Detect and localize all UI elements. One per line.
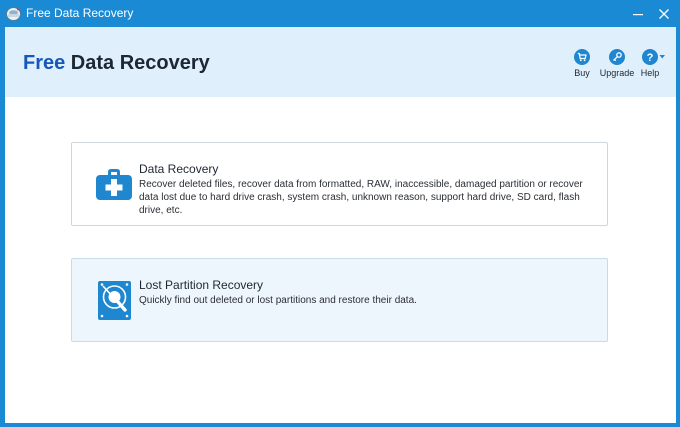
help-icon: ? bbox=[642, 49, 665, 65]
data-recovery-option[interactable]: Data Recovery Recover deleted files, rec… bbox=[71, 142, 608, 226]
svg-text:?: ? bbox=[647, 52, 654, 64]
app-logo-icon bbox=[5, 5, 22, 22]
minimize-button[interactable] bbox=[624, 0, 652, 27]
brand-title: Free Data Recovery bbox=[23, 51, 210, 75]
key-icon bbox=[609, 49, 625, 65]
lost-partition-recovery-option[interactable]: Lost Partition Recovery Quickly find out… bbox=[71, 258, 608, 342]
disk-search-icon bbox=[94, 280, 134, 320]
buy-label: Buy bbox=[574, 68, 590, 78]
data-recovery-description: Recover deleted files, recover data from… bbox=[139, 179, 583, 216]
buy-button[interactable]: Buy bbox=[570, 49, 594, 89]
upgrade-button[interactable]: Upgrade bbox=[598, 49, 636, 89]
brand-rest: Data Recovery bbox=[65, 52, 210, 74]
close-button[interactable] bbox=[650, 0, 678, 27]
app-header: Free Data Recovery Buy Upgrade ? Help bbox=[5, 27, 676, 97]
medical-kit-icon bbox=[94, 164, 134, 204]
help-button[interactable]: ? Help bbox=[639, 49, 669, 89]
close-icon bbox=[659, 8, 669, 19]
main-panel: Free Data Recovery Buy Upgrade ? Help Da… bbox=[5, 27, 676, 423]
title-bar[interactable]: Free Data Recovery bbox=[0, 0, 680, 27]
app-window: Free Data Recovery Free Data Recovery Bu… bbox=[0, 0, 680, 427]
lost-partition-recovery-description: Quickly find out deleted or lost partiti… bbox=[139, 295, 417, 306]
help-label: Help bbox=[640, 68, 660, 78]
lost-partition-recovery-title: Lost Partition Recovery bbox=[139, 278, 264, 292]
minimize-icon bbox=[633, 13, 643, 15]
cart-icon bbox=[574, 49, 590, 65]
upgrade-label: Upgrade bbox=[599, 68, 635, 78]
data-recovery-title: Data Recovery bbox=[139, 162, 219, 176]
window-title: Free Data Recovery bbox=[26, 6, 134, 20]
brand-accent: Free bbox=[23, 52, 66, 74]
